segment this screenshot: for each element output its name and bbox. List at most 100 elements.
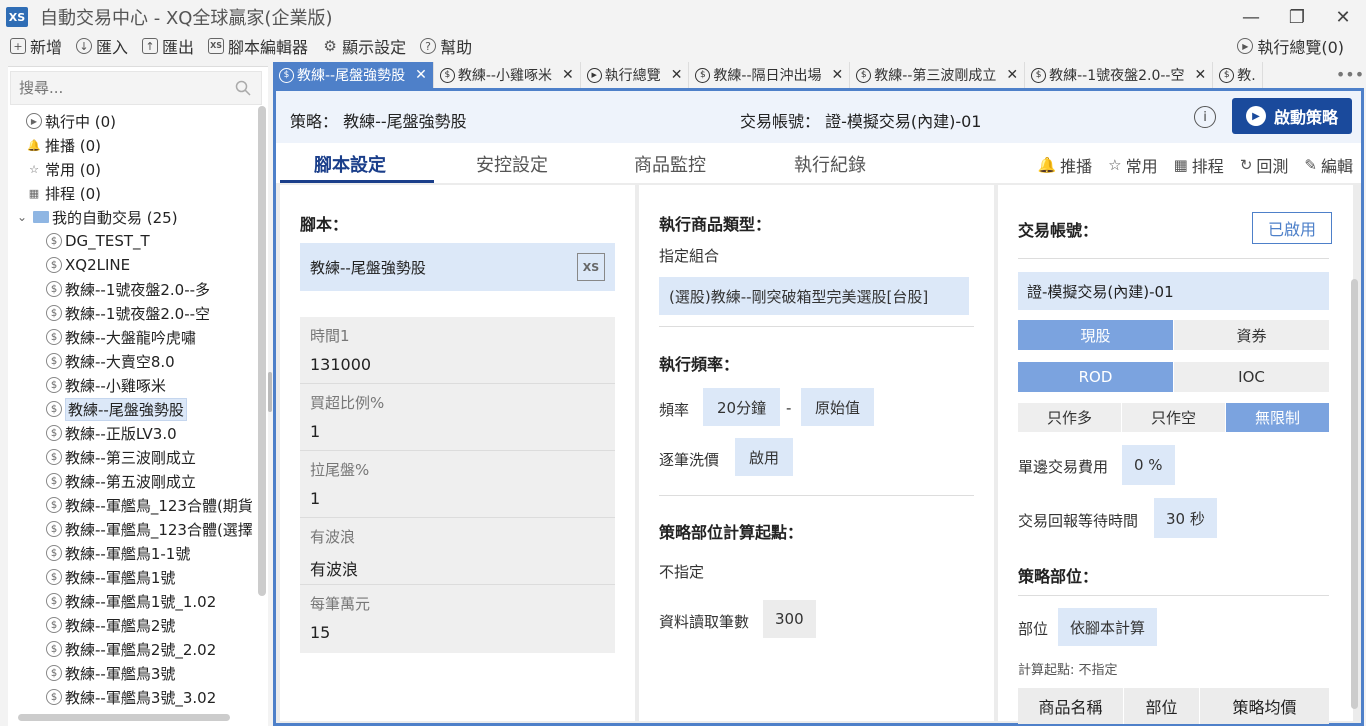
account-selector[interactable]: 證-模擬交易(內建)-01 (1018, 272, 1329, 310)
tree-item[interactable]: ☆ 常用 (0) (8, 157, 258, 181)
push-button[interactable]: 🔔 推播 (1037, 153, 1092, 177)
document-tab[interactable]: $ 教練--尾盤強勢股 ✕ (273, 62, 434, 88)
tree-item[interactable]: ▦ 排程 (0) (8, 181, 258, 205)
minimize-button[interactable]: — (1228, 0, 1274, 34)
unlimited-option[interactable]: 無限制 (1226, 403, 1329, 432)
close-tab-icon[interactable]: ✕ (415, 67, 427, 83)
combo-selector[interactable]: (選股)教練--剛突破箱型完美選股[台股] (659, 277, 969, 315)
strategy-list-item[interactable]: $ 教練--尾盤強勢股 (8, 397, 258, 421)
close-tab-icon[interactable]: ✕ (671, 67, 683, 83)
strategy-list-item[interactable]: $ 教練--正版LV3.0 (8, 421, 258, 445)
script-selector[interactable]: 教練--尾盤強勢股 XS (300, 243, 615, 291)
overview-menu[interactable]: ▶ 執行總覽(0) (1237, 34, 1344, 58)
strategy-list-item[interactable]: $ 教練--軍艦鳥3號_3.02 (8, 685, 258, 709)
document-tab[interactable]: $ 教練--第三波剛成立 ✕ (850, 62, 1026, 88)
cash-stock-option[interactable]: 現股 (1018, 320, 1173, 350)
strategy-list-item[interactable]: $ 教練--軍艦鳥1號_1.02 (8, 589, 258, 613)
tree-item[interactable]: 🔔 推播 (0) (8, 133, 258, 157)
param-value[interactable]: 1 (310, 489, 320, 508)
sidebar-horizontal-scrollbar[interactable] (18, 714, 230, 721)
chevron-down-icon[interactable]: ⌄ (14, 209, 30, 225)
script-parameter[interactable]: 每筆萬元 15 (300, 585, 615, 652)
strategy-list-item[interactable]: $ 教練--小雞啄米 (8, 373, 258, 397)
strategy-list-item[interactable]: $ 教練--第五波剛成立 (8, 469, 258, 493)
strategy-list-item[interactable]: $ 教練--軍艦鳥2號 (8, 613, 258, 637)
content-vertical-scrollbar[interactable] (1351, 279, 1358, 709)
menu-display-settings[interactable]: ⚙ 顯示設定 (322, 34, 406, 58)
document-tab[interactable]: $ 教練--隔日沖出場 ✕ (689, 62, 851, 88)
backtest-button[interactable]: ↻ 回測 (1240, 153, 1289, 177)
tree-item[interactable]: ▶ 執行中 (0) (8, 109, 258, 133)
strategy-list-item[interactable]: $ 教練--軍艦鳥1號 (8, 565, 258, 589)
tick-toggle[interactable]: 啟用 (735, 438, 794, 476)
param-value[interactable]: 有波浪 (310, 556, 358, 580)
strategy-list-item[interactable]: $ 教練--軍艦鳥1-1號 (8, 541, 258, 565)
sidebar-vertical-scrollbar[interactable] (258, 106, 266, 596)
bars-input[interactable]: 300 (763, 600, 816, 638)
xs-script-icon[interactable]: XS (577, 253, 605, 281)
start-strategy-button[interactable]: ▶ 啟動策略 (1232, 98, 1352, 134)
close-tab-icon[interactable]: ✕ (1006, 67, 1018, 83)
maximize-button[interactable]: ❐ (1274, 0, 1320, 34)
script-parameter[interactable]: 買超比例% 1 (300, 384, 615, 451)
col-avg-price[interactable]: 策略均價 (1200, 688, 1329, 724)
param-value[interactable]: 15 (310, 623, 330, 642)
tabs-overflow-icon[interactable]: ••• (1336, 62, 1364, 86)
strategy-list-item[interactable]: $ 教練--軍艦鳥_123合體(期貨 (8, 493, 258, 517)
tab-risk-settings[interactable]: 安控設定 (476, 151, 548, 177)
panel-splitter-handle[interactable] (268, 372, 272, 412)
strategy-list-item[interactable]: $ 教練--軍艦鳥2號_2.02 (8, 637, 258, 661)
info-icon[interactable]: i (1194, 106, 1216, 128)
param-value[interactable]: 131000 (310, 355, 371, 374)
menu-export[interactable]: ↑ 匯出 (142, 34, 194, 58)
script-parameter[interactable]: 時間1 131000 (300, 317, 615, 384)
tab-script-settings[interactable]: 腳本設定 (314, 151, 386, 177)
strategy-list-item[interactable]: $ 教練--軍艦鳥_123合體(選擇 (8, 517, 258, 541)
document-tab[interactable]: $ 教練--小雞啄米 ✕ (433, 62, 581, 88)
search-input[interactable] (19, 79, 229, 97)
favorite-button[interactable]: ☆ 常用 (1108, 153, 1157, 177)
param-value[interactable]: 1 (310, 422, 320, 441)
script-parameter[interactable]: 拉尾盤% 1 (300, 451, 615, 518)
col-position[interactable]: 部位 (1124, 688, 1200, 724)
schedule-button[interactable]: ▦ 排程 (1174, 153, 1224, 177)
position-select[interactable]: 依腳本計算 (1058, 608, 1158, 646)
strategy-list-item[interactable]: $ DG_TEST_T (8, 229, 258, 253)
tab-product-monitor[interactable]: 商品監控 (634, 151, 706, 177)
search-box[interactable] (10, 71, 262, 105)
script-parameter[interactable]: 有波浪 有波浪 (300, 518, 615, 585)
menu-help[interactable]: ? 幫助 (420, 34, 472, 58)
margin-option[interactable]: 資券 (1174, 320, 1329, 350)
freq-interval-select[interactable]: 20分鐘 (703, 388, 781, 426)
close-tab-icon[interactable]: ✕ (562, 67, 574, 83)
freq-raw-select[interactable]: 原始值 (801, 388, 875, 426)
wait-input[interactable]: 30 秒 (1154, 498, 1217, 538)
document-tab[interactable]: ▶ 執行總覽 ✕ (580, 62, 690, 88)
col-product-name[interactable]: 商品名稱 (1018, 688, 1124, 724)
rod-option[interactable]: ROD (1018, 362, 1173, 392)
strategy-list-item[interactable]: $ XQ2LINE (8, 253, 258, 277)
long-only-option[interactable]: 只作多 (1018, 403, 1121, 432)
tree-folder[interactable]: ⌄ 我的自動交易 (25) (8, 205, 258, 229)
account-enabled-button[interactable]: 已啟用 (1252, 212, 1332, 244)
ioc-option[interactable]: IOC (1174, 362, 1329, 392)
close-tab-icon[interactable]: ✕ (1195, 67, 1207, 83)
strategy-list-item[interactable]: $ 教練--第三波剛成立 (8, 445, 258, 469)
document-tab[interactable]: $ 教練--1號夜盤2.0--空 ✕ (1025, 62, 1214, 88)
strategy-list-item[interactable]: $ 教練--1號夜盤2.0--多 (8, 277, 258, 301)
close-window-button[interactable]: ✕ (1320, 0, 1366, 34)
edit-button[interactable]: ✎ 編輯 (1304, 153, 1353, 177)
menu-import[interactable]: ↓ 匯入 (76, 34, 128, 58)
menu-new[interactable]: + 新增 (10, 34, 62, 58)
document-tab[interactable]: $ 教. (1213, 62, 1263, 88)
strategy-list-item[interactable]: $ 教練--大賣空8.0 (8, 349, 258, 373)
strategy-list-item[interactable]: $ 教練--軍艦鳥3號 (8, 661, 258, 685)
fee-input[interactable]: 0 % (1122, 445, 1175, 485)
strategy-list-item[interactable]: $ 教練--1號夜盤2.0--空 (8, 301, 258, 325)
close-tab-icon[interactable]: ✕ (832, 67, 844, 83)
strategy-list-item[interactable]: $ 教練--大盤龍吟虎嘯 (8, 325, 258, 349)
dollar-icon: $ (46, 593, 62, 609)
short-only-option[interactable]: 只作空 (1122, 403, 1225, 432)
tab-execution-log[interactable]: 執行紀錄 (794, 151, 866, 177)
menu-script-editor[interactable]: XS 腳本編輯器 (208, 34, 308, 58)
